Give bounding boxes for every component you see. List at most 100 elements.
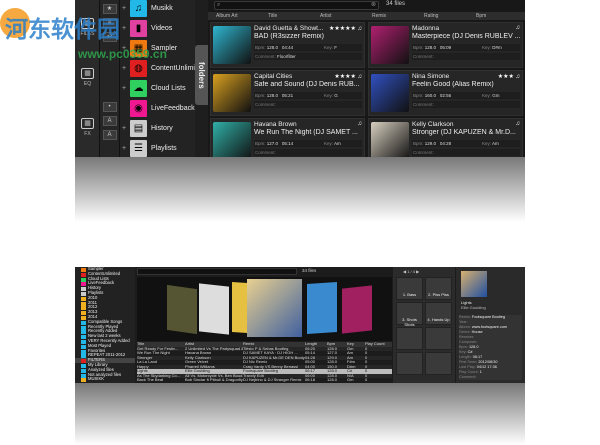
folder-icon: ▮ [130,19,147,37]
info-label: First Seen: [459,360,478,364]
album-art [371,26,409,64]
folder-icon [81,378,86,383]
column-header-cell[interactable]: Title [260,12,312,20]
mini-button[interactable]: A [102,116,117,126]
mini-button[interactable]: • [102,102,117,112]
sidebar-item[interactable]: MUSIKK [75,376,135,383]
sampler-pad-empty[interactable] [396,352,423,375]
info-label: Key: [459,350,467,354]
watermark-url: www.pc0359.cn [78,47,167,61]
rating-stars[interactable]: ★★★ ♫ [498,73,520,80]
column-header-cell[interactable]: Remix [364,12,416,20]
expand-icon[interactable]: + [120,85,128,92]
sampler-pad[interactable]: 3. Shots Shots [396,302,423,327]
comment-label: Comment: [255,102,276,107]
folder-item[interactable]: + ♫ Musikk [120,0,173,18]
folder-item[interactable]: ◉ LiveFeedback [120,98,195,118]
track-title: Feelin Good (Alias Remix) [412,81,494,88]
folders-tab[interactable]: folders [195,45,208,105]
info-value: 1 [479,370,482,374]
reflection [75,383,525,445]
info-field: Key: C# [459,350,522,355]
file-count: 34 files [386,1,406,7]
comment-label: Comment: [255,54,276,59]
info-label: Year: [459,320,468,324]
tool-eq-button[interactable]: ▦ EQ [75,68,100,87]
info-field: Length: 06:17 [459,355,522,360]
rating-stars[interactable]: ♫ [516,25,521,31]
sampler-pad-empty[interactable] [425,352,452,375]
tool-fx-button[interactable]: ▦ FX [75,118,100,137]
info-field: Last Play: 04/12 17:36 [459,365,522,370]
coverflow[interactable] [137,277,392,341]
bpm-label: Bpm: [413,141,424,146]
expand-icon[interactable]: + [120,65,128,72]
column-header-cell[interactable]: Bpm [468,12,518,20]
expand-icon[interactable]: + [120,145,128,152]
expand-icon[interactable]: + [120,125,128,132]
comment-field[interactable]: Comment: [254,149,362,156]
folder-label: Playlists [151,144,177,152]
track-card[interactable]: Nina Simone Feelin Good (Alias Remix) ★★★ … [368,70,523,116]
info-value: 04/12 17:36 [476,365,497,369]
sidebar-tree: Sampler ContentUnlimited Cloud Lists LiveFe… [75,267,135,383]
bpm-value: 127.0 [266,141,279,146]
clear-search-icon[interactable]: ⊗ [371,2,378,9]
comment-label: Comment: [413,102,434,107]
column-header: Album Art Title Artist Remix Rating Bpm [208,12,525,20]
info-label: Comment: [459,375,477,379]
search-icon: ⌕ [217,2,221,8]
rating-stars[interactable]: ★★★★ ♫ [334,73,362,80]
album-art [213,26,251,64]
equalizer-icon: ▦ [81,68,94,79]
expand-icon[interactable]: + [120,25,128,32]
waveform-icon: ▦ [81,118,94,129]
folder-item[interactable]: + ☁ Cloud Lists [120,78,186,98]
rating-stars[interactable]: ♫ [358,121,363,127]
rating-stars[interactable]: ♫ [516,121,521,127]
bpm-label: Bpm: [255,93,266,98]
track-card[interactable]: David Guetta & Showt... BAD (R3sizzer Rem… [210,22,365,68]
search-input[interactable]: ⌕ ⊗ [214,1,379,10]
comment-field[interactable]: Comment: [412,101,520,108]
column-header-cell[interactable]: Album Art [208,12,260,20]
reflection [75,157,525,222]
comment-field[interactable]: Comment: [412,149,520,156]
mini-button[interactable]: A [102,130,117,140]
comment-field[interactable]: Comment: Floorfilter [254,53,362,60]
sampler-pad[interactable]: 2. Piss Piss [425,277,452,300]
info-value: C# [467,350,473,354]
column-header-cell[interactable]: Rating [416,12,468,20]
folder-item[interactable]: + ▮ Videos [120,18,172,38]
sampler-pads: ◀ 1 / 4 ▶ 1. Bass 2. Piss Piss 3. Shots Sh… [393,267,455,383]
info-field: Year: [459,320,522,325]
track-card[interactable]: Capital Cities Safe and Sound (DJ Denis R… [210,70,365,116]
rating-stars[interactable]: ★★★★★ ♫ [329,25,362,32]
current-cover[interactable] [247,279,302,337]
track-card[interactable]: Havana Brown We Run The Night (DJ SAMET .… [210,118,365,157]
key-value: Gm [492,93,500,98]
folder-icon: ☰ [130,139,147,157]
sampler-pad-empty[interactable] [425,327,452,350]
sampler-pad[interactable]: 4. Hands Up [425,302,452,325]
search-input-small[interactable] [137,268,297,275]
comment-field[interactable]: Comment: [254,101,362,108]
folder-icon: ▤ [130,119,147,137]
column-header-cell[interactable]: Artist [312,12,364,20]
comment-label: Comment: [413,150,434,155]
sampler-pad-empty[interactable] [396,327,423,350]
info-field: Album: www.footsquare.com [459,325,522,330]
track-card[interactable]: Madonna Masterpiece (DJ Denis RUBLEV ... ♫… [368,22,523,68]
track-card[interactable]: Kelly Clarkson Stronger (DJ KAPUZEN & Mr.… [368,118,523,157]
album-art [213,122,251,157]
sampler-page[interactable]: ◀ 1 / 4 ▶ [403,269,419,274]
folder-item[interactable]: + ◍ ContentUnlimited [120,58,205,78]
folder-item[interactable]: + ☰ Playlists [120,138,177,157]
info-label: Genre: [459,330,471,334]
track-title: Masterpiece (DJ Denis RUBLEV ... [412,33,521,40]
comment-field[interactable]: Comment: [412,53,520,60]
folder-item[interactable]: + ▤ History [120,118,173,138]
sampler-pad[interactable]: 1. Bass [396,277,423,300]
duration: 04:44 [281,45,294,50]
expand-icon[interactable]: + [120,5,128,12]
